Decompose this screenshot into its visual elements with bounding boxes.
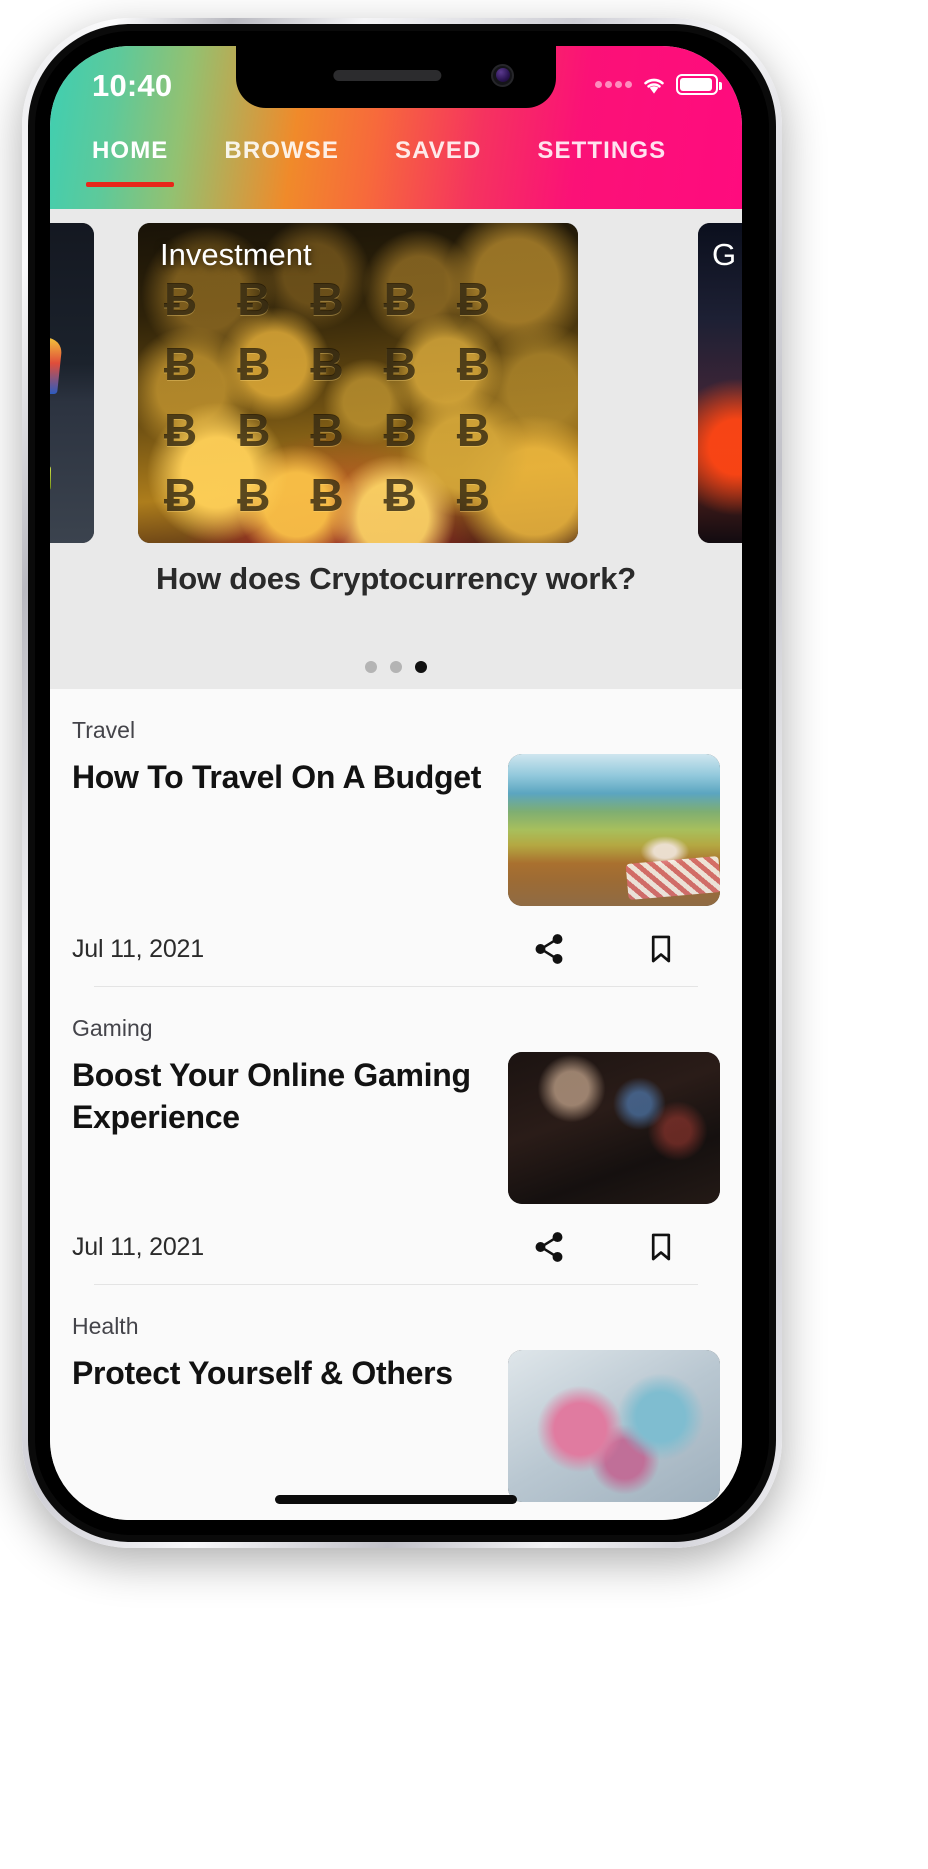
article-thumbnail[interactable]: [508, 1350, 720, 1502]
carousel-caption: How does Cryptocurrency work?: [156, 561, 636, 596]
article-category: Travel: [72, 717, 136, 743]
carousel-card-previous[interactable]: [50, 223, 94, 543]
wifi-icon: [644, 78, 664, 94]
article-thumbnail-image: [508, 1350, 720, 1502]
featured-carousel[interactable]: ɃɃɃɃɃɃɃɃɃɃɃɃɃɃɃɃɃɃɃɃɃ Investment G How d…: [50, 209, 742, 689]
article-category: Gaming: [72, 1015, 153, 1041]
list-item[interactable]: Travel How To Travel On A Budget Jul 11,…: [50, 689, 742, 987]
article-thumbnail[interactable]: [508, 754, 720, 906]
signal-dots-icon: [595, 81, 632, 88]
article-actions: Jul 11, 2021: [72, 1204, 720, 1284]
article-title: Protect Yourself & Others: [72, 1355, 453, 1391]
carousel-image-previous: [50, 223, 94, 543]
article-category: Health: [72, 1313, 139, 1339]
home-indicator[interactable]: [275, 1495, 517, 1504]
share-icon[interactable]: [532, 1230, 566, 1264]
phone-notch: [236, 46, 556, 108]
article-body: Boost Your Online Gaming Experience: [72, 1052, 720, 1204]
article-list[interactable]: Travel How To Travel On A Budget Jul 11,…: [50, 689, 742, 1520]
carousel-track: ɃɃɃɃɃɃɃɃɃɃɃɃɃɃɃɃɃɃɃɃɃ Investment G: [50, 223, 742, 543]
article-title: How To Travel On A Budget: [72, 759, 482, 795]
status-indicators: [595, 74, 722, 95]
article-title: Boost Your Online Gaming Experience: [72, 1057, 471, 1136]
battery-full-icon: [676, 74, 722, 95]
carousel-category-label-next: G: [712, 237, 737, 272]
article-actions: Jul 11, 2021: [72, 906, 720, 986]
carousel-dot-2[interactable]: [390, 661, 402, 673]
carousel-dot-1[interactable]: [365, 661, 377, 673]
carousel-card-current[interactable]: ɃɃɃɃɃɃɃɃɃɃɃɃɃɃɃɃɃɃɃɃɃ Investment: [138, 223, 578, 543]
article-body: Protect Yourself & Others: [72, 1350, 720, 1502]
article-thumbnail-image: [508, 754, 720, 906]
phone-frame: HOME BROWSE SAVED SETTINGS 10:40 ɃɃɃɃɃɃɃ…: [22, 18, 782, 1548]
article-thumbnail-image: [508, 1052, 720, 1204]
front-camera-icon: [491, 64, 514, 87]
carousel-category-label: Investment: [160, 237, 312, 272]
list-item[interactable]: Gaming Boost Your Online Gaming Experien…: [50, 987, 742, 1285]
bookmark-icon[interactable]: [644, 932, 678, 966]
list-item[interactable]: Health Protect Yourself & Others: [50, 1285, 742, 1502]
carousel-pagination-dots: [50, 661, 742, 673]
bookmark-icon[interactable]: [644, 1230, 678, 1264]
screenshot-canvas: HOME BROWSE SAVED SETTINGS 10:40 ɃɃɃɃɃɃɃ…: [0, 0, 928, 1869]
article-thumbnail[interactable]: [508, 1052, 720, 1204]
article-date: Jul 11, 2021: [72, 934, 204, 963]
article-date: Jul 11, 2021: [72, 1232, 204, 1261]
carousel-card-next[interactable]: G: [698, 223, 742, 543]
share-icon[interactable]: [532, 932, 566, 966]
article-action-buttons: [532, 1230, 708, 1264]
status-clock: 10:40: [92, 68, 173, 103]
article-body: How To Travel On A Budget: [72, 754, 720, 906]
article-action-buttons: [532, 932, 708, 966]
earpiece-speaker: [333, 70, 442, 81]
phone-screen: HOME BROWSE SAVED SETTINGS 10:40 ɃɃɃɃɃɃɃ…: [50, 46, 742, 1520]
status-bar: 10:40: [50, 46, 742, 158]
carousel-dot-3[interactable]: [415, 661, 427, 673]
